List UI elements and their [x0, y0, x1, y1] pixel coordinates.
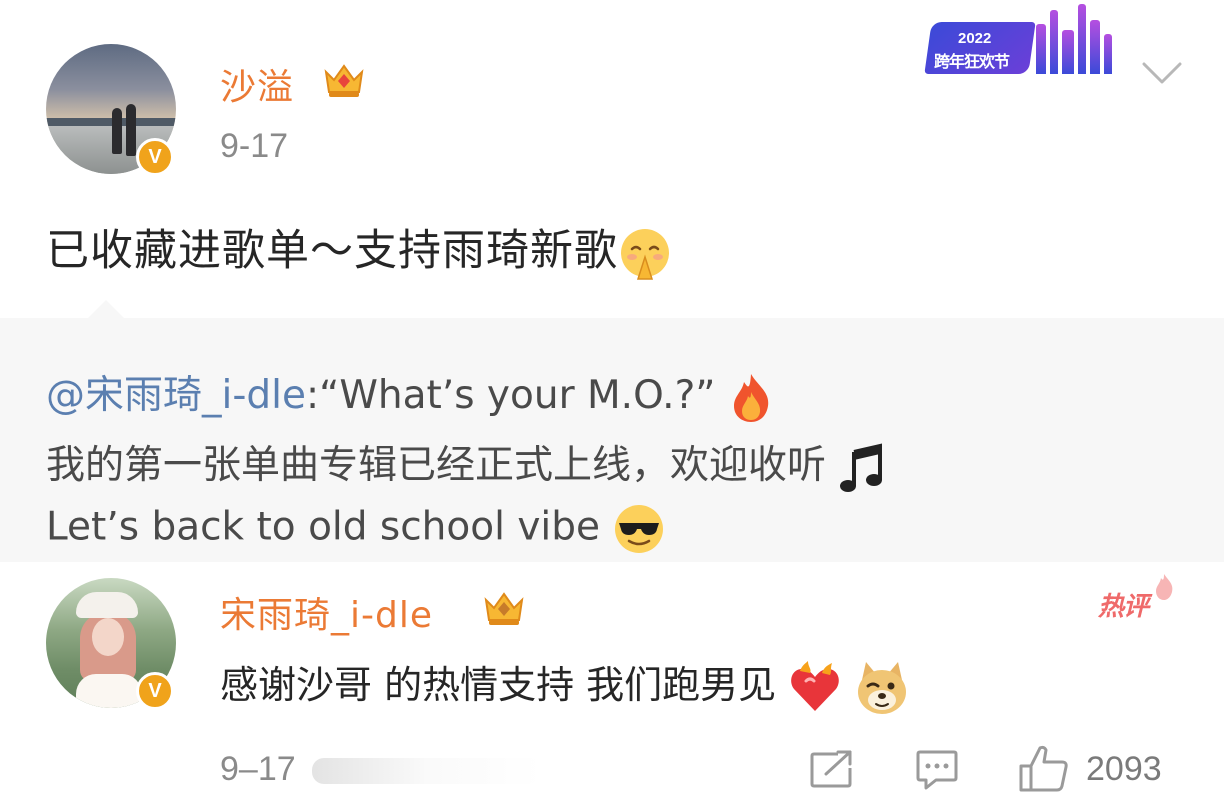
avatar-hat [76, 592, 138, 618]
vip-crown-icon [484, 592, 524, 625]
heart-on-fire-emoji [791, 660, 840, 711]
sunglasses-emoji [615, 505, 664, 553]
festival-tower [1036, 24, 1046, 74]
repost-line: @宋雨琦_i-dle:“What’s your M.O.?” [46, 364, 774, 424]
repost-notch [88, 300, 124, 318]
post-body: 已收藏进歌单～支持雨琦新歌 [46, 216, 672, 281]
festival-title: 跨年狂欢节 [934, 52, 1010, 71]
festival-tower [1090, 20, 1100, 74]
verified-badge: V [136, 672, 174, 710]
verified-badge: V [136, 138, 174, 176]
mention-link[interactable]: @宋雨琦_i-dle [46, 373, 306, 418]
share-icon[interactable] [808, 750, 854, 790]
avatar-dress [76, 674, 142, 708]
like-count: 2093 [1086, 750, 1162, 788]
repost-tagline: Let’s back to old school vibe [46, 504, 601, 550]
hot-comment-badge: 热评 [1098, 592, 1149, 622]
repost-line: 我的第一张单曲专辑已经正式上线，欢迎收听 [46, 434, 886, 494]
repost-title: :“What’s your M.O.?” [306, 373, 716, 418]
post-timestamp: 9-17 [220, 127, 289, 165]
comment-timestamp: 9–17 [220, 750, 296, 788]
post-text: 已收藏进歌单～支持雨琦新歌 [46, 226, 618, 276]
commenter-name[interactable]: 宋雨琦_i-dle [220, 586, 433, 638]
festival-tower [1050, 10, 1058, 74]
festival-badge[interactable]: 2022 跨年狂欢节 [924, 4, 1118, 78]
flame-icon [1156, 574, 1173, 600]
author-name[interactable]: 沙溢 [220, 58, 294, 110]
avatar-face [92, 618, 124, 656]
comment-icon[interactable] [914, 748, 960, 792]
vip-crown-icon [324, 64, 364, 97]
avatar-person [126, 104, 136, 156]
doge-emoji [858, 661, 907, 714]
festival-tower [1104, 34, 1112, 74]
festival-tower [1078, 4, 1086, 74]
avatar-horizon [46, 118, 176, 126]
music-note-emoji [840, 442, 883, 492]
comment-text: 感谢沙哥 的热情支持 我们跑男见 [220, 663, 777, 707]
pray-smile-emoji [621, 228, 669, 280]
chevron-down-icon[interactable] [1140, 58, 1184, 88]
avatar-person [112, 108, 122, 154]
comment-body: 感谢沙哥 的热情支持 我们跑男见 [220, 654, 910, 716]
repost-description: 我的第一张单曲专辑已经正式上线，欢迎收听 [46, 443, 827, 488]
repost-line: Let’s back to old school vibe [46, 502, 666, 556]
festival-year: 2022 [958, 30, 992, 47]
fire-emoji [733, 373, 769, 422]
blurred-source [312, 758, 542, 784]
thumbs-up-icon[interactable] [1018, 744, 1070, 794]
festival-tower [1062, 30, 1074, 74]
weibo-post-screenshot: V 沙溢 9-17 2022 跨年狂欢节 已收藏进歌单～支持雨琦新歌 @宋雨琦_… [0, 0, 1224, 800]
